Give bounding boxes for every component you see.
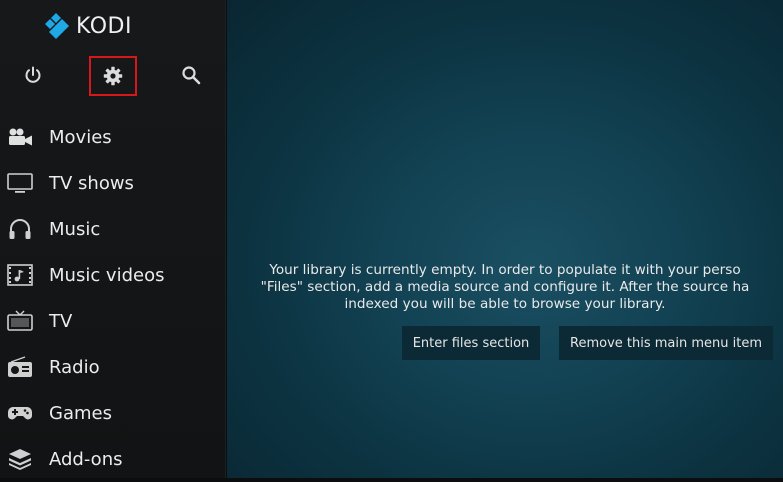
message-line: "Files" section, add a media source and … [260,279,750,295]
menu-item-label: Radio [49,356,100,378]
menu-item-label: Add-ons [49,448,123,470]
top-icon-bar [0,56,226,96]
menu-item-games[interactable]: Games [0,390,226,436]
menu-item-tv[interactable]: TV [0,298,226,344]
remove-main-menu-item-button[interactable]: Remove this main menu item [559,326,773,360]
search-icon [182,66,201,85]
message-line: Your library is currently empty. In orde… [269,262,741,278]
sidebar: KODI Movies TV shows Music Music videos … [0,0,226,478]
menu-item-label: Music [49,218,101,240]
headphones-icon [6,217,34,241]
menu-item-add-ons[interactable]: Add-ons [0,436,226,482]
menu-item-label: Music videos [49,264,165,286]
enter-files-section-button[interactable]: Enter files section [402,326,540,360]
menu-item-tv-shows[interactable]: TV shows [0,160,226,206]
power-icon [25,66,41,83]
menu-item-music-videos[interactable]: Music videos [0,252,226,298]
main-content: Your library is currently empty. In orde… [227,0,783,478]
empty-library-message: Your library is currently empty. In orde… [227,262,783,313]
message-line: indexed you will be able to browse your … [344,296,666,312]
settings-button[interactable] [89,56,137,96]
kodi-logo-icon [45,13,69,39]
gear-icon [103,66,123,86]
menu-item-music[interactable]: Music [0,206,226,252]
kodi-logo[interactable]: KODI [42,11,132,41]
menu-item-movies[interactable]: Movies [0,114,226,160]
gamepad-icon [6,401,34,425]
main-menu: Movies TV shows Music Music videos TV Ra… [0,114,226,482]
tv-icon [6,309,34,333]
menu-item-label: TV [49,310,73,332]
movies-icon [6,125,34,149]
addons-icon [6,447,34,471]
menu-item-radio[interactable]: Radio [0,344,226,390]
search-button[interactable] [168,56,214,94]
music-videos-icon [6,263,34,287]
power-button[interactable] [10,56,56,94]
tv-shows-icon [6,171,34,195]
menu-item-label: Movies [49,126,112,148]
menu-item-label: TV shows [49,172,134,194]
radio-icon [6,355,34,379]
menu-item-label: Games [49,402,112,424]
app-title: KODI [76,13,132,39]
